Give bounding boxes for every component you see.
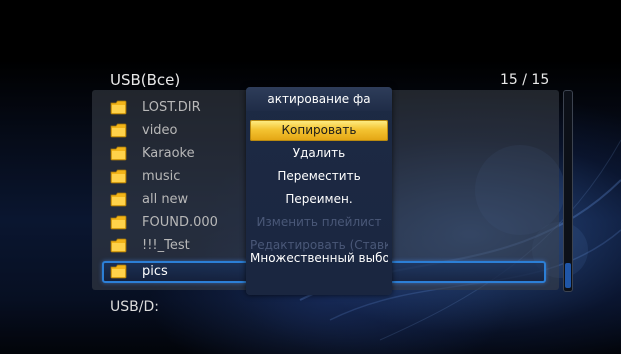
- list-item-label: music: [142, 169, 181, 184]
- folder-icon: [110, 146, 127, 161]
- list-item-label: all new: [142, 192, 189, 207]
- list-item-label: FOUND.000: [142, 215, 218, 230]
- context-menu: актирование фа Копировать Удалить Переме…: [246, 87, 392, 295]
- source-title: USB(Все): [110, 71, 181, 89]
- folder-icon: [110, 192, 127, 207]
- folder-icon: [110, 215, 127, 230]
- item-counter: 15 / 15: [500, 72, 550, 88]
- menu-item-delete[interactable]: Удалить: [250, 143, 388, 164]
- list-item-label: video: [142, 123, 178, 138]
- current-path: USB/D:: [110, 299, 159, 315]
- list-scrollbar[interactable]: [563, 90, 573, 292]
- list-item-label: Karaoke: [142, 146, 195, 161]
- list-item-label: pics: [142, 264, 168, 279]
- menu-item-copy[interactable]: Копировать: [250, 120, 388, 141]
- list-item-label: LOST.DIR: [142, 100, 201, 115]
- list-item-label: !!!_Test: [142, 238, 190, 253]
- scrollbar-thumb[interactable]: [565, 263, 571, 288]
- context-menu-title: актирование фа: [246, 87, 392, 111]
- folder-icon: [110, 100, 127, 115]
- menu-item-move[interactable]: Переместить: [250, 166, 388, 187]
- folder-icon: [110, 123, 127, 138]
- folder-icon: [110, 264, 127, 279]
- media-player-screen: USB(Все) 15 / 15 LOST.DIR video Karaoke …: [0, 0, 621, 354]
- menu-item-edit-playlist: Изменить плейлист: [256, 215, 382, 229]
- menu-item-multi-select[interactable]: Множественный выбор: [250, 248, 388, 269]
- folder-icon: [110, 238, 127, 253]
- folder-icon: [110, 169, 127, 184]
- menu-item-rename[interactable]: Переимен.: [250, 189, 388, 210]
